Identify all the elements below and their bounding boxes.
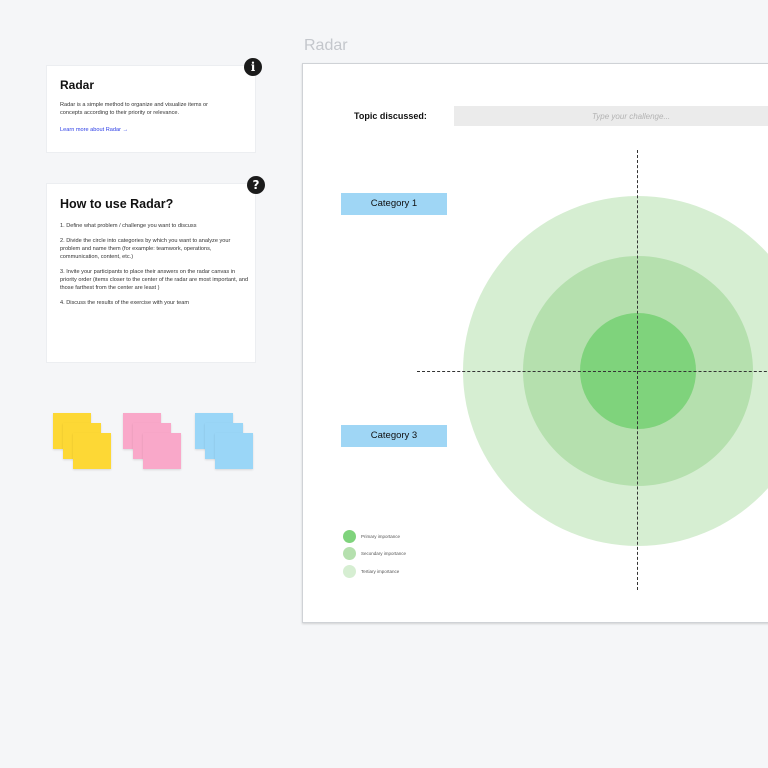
howto-card: How to use Radar? 1. Define what problem… xyxy=(47,184,255,362)
legend-dot xyxy=(343,547,356,560)
topic-label: Topic discussed: xyxy=(354,111,427,121)
sticky-note[interactable] xyxy=(215,433,253,469)
sticky-stack-pink[interactable] xyxy=(123,413,183,469)
learn-more-link[interactable]: Learn more about Radar → xyxy=(60,127,242,133)
sticky-stack-blue[interactable] xyxy=(195,413,255,469)
legend-dot xyxy=(343,530,356,543)
info-icon[interactable]: i xyxy=(244,58,262,76)
topic-input[interactable] xyxy=(454,106,768,126)
howto-steps: 1. Define what problem / challenge you w… xyxy=(60,222,248,307)
sticky-note[interactable] xyxy=(73,433,111,469)
radar-axis-vertical xyxy=(637,150,638,590)
info-card: Radar Radar is a simple method to organi… xyxy=(47,66,255,152)
legend-label: Tertiary importance xyxy=(361,569,400,574)
howto-step: 1. Define what problem / challenge you w… xyxy=(60,223,197,229)
question-icon[interactable]: ? xyxy=(247,176,265,194)
legend-dot xyxy=(343,565,356,578)
radar-board[interactable]: Topic discussed: Category 1 Category 3 P… xyxy=(302,63,768,623)
howto-step: 2. Divide the circle into categories by … xyxy=(60,238,231,260)
info-card-title: Radar xyxy=(60,78,95,92)
radar-axis-horizontal xyxy=(417,371,768,372)
sticky-stack-yellow[interactable] xyxy=(53,413,113,469)
howto-card-title: How to use Radar? xyxy=(60,197,174,211)
howto-step: 3. Invite your participants to place the… xyxy=(60,269,249,291)
legend-label: Secondary importance xyxy=(361,551,407,556)
category-label-1[interactable]: Category 1 xyxy=(341,193,447,215)
sticky-note[interactable] xyxy=(143,433,181,469)
info-card-description: Radar is a simple method to organize and… xyxy=(60,102,208,116)
frame-title: Radar xyxy=(304,37,348,54)
category-label-3[interactable]: Category 3 xyxy=(341,425,447,447)
legend-label: Primary importance xyxy=(361,534,401,539)
howto-step: 4. Discuss the results of the exercise w… xyxy=(60,300,190,306)
